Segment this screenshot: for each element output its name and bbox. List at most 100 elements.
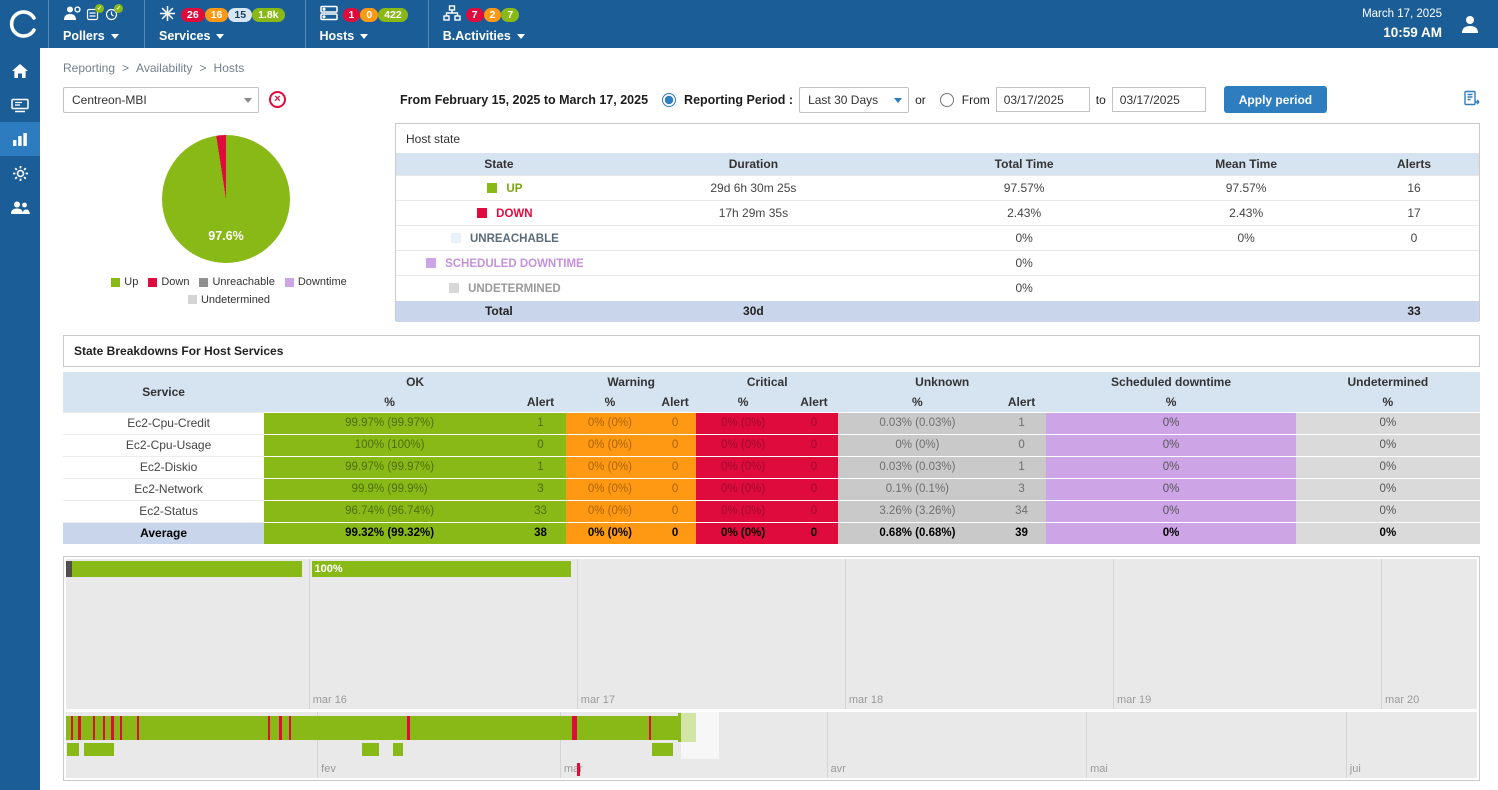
unknown-pct-cell: 0.03% (0.03%) (838, 412, 997, 434)
unknown-pct-cell: 0.1% (0.1%) (838, 478, 997, 500)
unknown-pct-cell: 3.26% (3.26%) (838, 500, 997, 522)
badge-hosts-orange[interactable]: 0 (360, 8, 378, 22)
gridline (1346, 712, 1347, 778)
breakdown-sub-header-row: % Alert % Alert % Alert % Alert % % (63, 392, 1480, 412)
daily-availability-chart: mar 16mar 17mar 18mar 19mar 20100% (66, 559, 1477, 709)
people-icon (10, 200, 30, 215)
centreon-logo[interactable] (0, 0, 48, 48)
gridline (309, 559, 310, 709)
custom-period-radio[interactable] (940, 93, 954, 107)
legend-item-undetermined: Undetermined (188, 292, 270, 308)
mean-time-cell (1143, 250, 1349, 275)
col-ok: OK (264, 372, 566, 392)
badge-services-pale[interactable]: 15 (228, 8, 252, 22)
timeline-down-tick (268, 716, 271, 740)
breadcrumb-item-reporting[interactable]: Reporting (63, 61, 115, 75)
col-undetermined: Undetermined (1296, 372, 1480, 392)
apply-period-button[interactable]: Apply period (1224, 86, 1327, 113)
chevron-down-icon (360, 34, 368, 43)
host-state-table: State Duration Total Time Mean Time Aler… (396, 153, 1479, 322)
availability-bar: 100% (312, 561, 572, 577)
badge-services-green[interactable]: 1.8k (252, 8, 284, 22)
sub-col-pct: % (1296, 392, 1480, 412)
sidebar-item-configuration[interactable] (0, 156, 40, 190)
legend-swatch (148, 278, 157, 287)
service-cell: Average (63, 522, 264, 544)
unknown-pct-cell: 0.03% (0.03%) (838, 456, 997, 478)
timeline-secondary-bar (652, 743, 673, 756)
current-time: 10:59 AM (1362, 23, 1442, 43)
undetermined-pct-cell: 0% (1296, 500, 1480, 522)
badge-services-red[interactable]: 26 (181, 8, 205, 22)
warning-pct-cell: 0% (0%) (566, 478, 654, 500)
sidebar-item-reporting[interactable] (0, 122, 40, 156)
state-color-square (477, 208, 487, 218)
export-report-icon[interactable] (1463, 90, 1480, 110)
gridline-label: fev (321, 763, 336, 775)
poller-user-icon (63, 5, 81, 24)
badge-bactivities-orange[interactable]: 2 (484, 8, 502, 22)
timeline-selection-window[interactable] (681, 712, 719, 759)
timeline-down-tick (120, 716, 123, 740)
warning-alert-cell: 0 (654, 500, 697, 522)
timeline-down-tick (279, 716, 282, 740)
ok-alert-cell: 38 (515, 522, 566, 544)
breadcrumb-item-availability[interactable]: Availability (136, 61, 192, 75)
critical-alert-cell: 0 (790, 456, 838, 478)
col-total-time: Total Time (905, 153, 1143, 175)
gridline (827, 712, 828, 778)
timeline-axis-marker (577, 763, 581, 776)
timeline-down-tick (103, 716, 106, 740)
sub-col-pct: % (696, 392, 790, 412)
breakdown-title: State Breakdowns For Host Services (63, 335, 1480, 367)
top-bar: ✓ ✓ Pollers 2616151.8k Services (0, 0, 1498, 48)
from-date-input[interactable] (996, 87, 1090, 112)
reporting-period-label: Reporting Period : (684, 93, 793, 107)
breadcrumb-item-hosts[interactable]: Hosts (214, 61, 245, 75)
host-state-row-unreachable: UNREACHABLE0%0%0 (396, 225, 1479, 250)
badge-hosts-red[interactable]: 1 (343, 8, 361, 22)
availability-pie-block: 97.6% UpDownUnreachableDowntimeUndetermi… (63, 123, 395, 321)
host-state-tbody: UP29d 6h 30m 25s97.57%97.57%16DOWN17h 29… (396, 175, 1479, 300)
sidebar-item-administration[interactable] (0, 190, 40, 224)
critical-pct-cell: 0% (0%) (696, 434, 790, 456)
poller-latency-status-icon: ✓ (105, 8, 119, 22)
critical-alert-cell: 0 (790, 412, 838, 434)
status-ok-badge: ✓ (95, 4, 104, 13)
sub-col-alert: Alert (997, 392, 1047, 412)
host-state-total-row: Total 30d 33 (396, 300, 1479, 322)
gridline-label: mar 17 (581, 694, 615, 706)
col-service: Service (63, 372, 264, 412)
to-date-input[interactable] (1112, 87, 1206, 112)
timeline-secondary-bar (67, 743, 78, 756)
filter-bar: Centreon-MBI × From February 15, 2025 to… (63, 86, 1480, 113)
breakdown-table: Service OK Warning Critical Unknown Sche… (63, 372, 1480, 544)
badge-hosts-green[interactable]: 422 (378, 8, 408, 22)
sidebar-item-home[interactable] (0, 54, 40, 88)
ok-alert-cell: 3 (515, 478, 566, 500)
menu-bactivities[interactable]: 727 B.Activities (428, 0, 545, 48)
menu-pollers[interactable]: ✓ ✓ Pollers (48, 0, 144, 48)
user-menu-button[interactable] (1458, 12, 1482, 36)
badge-bactivities-green[interactable]: 7 (501, 8, 519, 22)
business-activities-icon (443, 5, 461, 24)
badge-bactivities-red[interactable]: 7 (466, 8, 484, 22)
menu-hosts[interactable]: 10422 Hosts (305, 0, 428, 48)
badge-services-orange[interactable]: 16 (205, 8, 229, 22)
critical-pct-cell: 0% (0%) (696, 456, 790, 478)
gridline-label: mar 19 (1117, 694, 1151, 706)
total-time-cell: 0% (905, 250, 1143, 275)
gridline (1113, 559, 1114, 709)
unknown-alert-cell: 0 (997, 434, 1047, 456)
or-label: or (915, 93, 926, 107)
col-mean-time: Mean Time (1143, 153, 1349, 175)
host-state-row-scheduled-downtime: SCHEDULED DOWNTIME0% (396, 250, 1479, 275)
sidebar-item-monitoring[interactable] (0, 88, 40, 122)
critical-pct-cell: 0% (0%) (696, 500, 790, 522)
host-select[interactable]: Centreon-MBI (63, 87, 259, 113)
reporting-period-radio[interactable] (662, 93, 676, 107)
timeline-down-tick (649, 716, 652, 740)
period-select[interactable]: Last 30 Days (799, 87, 909, 113)
clear-host-selection-icon[interactable]: × (269, 91, 286, 108)
menu-services[interactable]: 2616151.8k Services (144, 0, 305, 48)
